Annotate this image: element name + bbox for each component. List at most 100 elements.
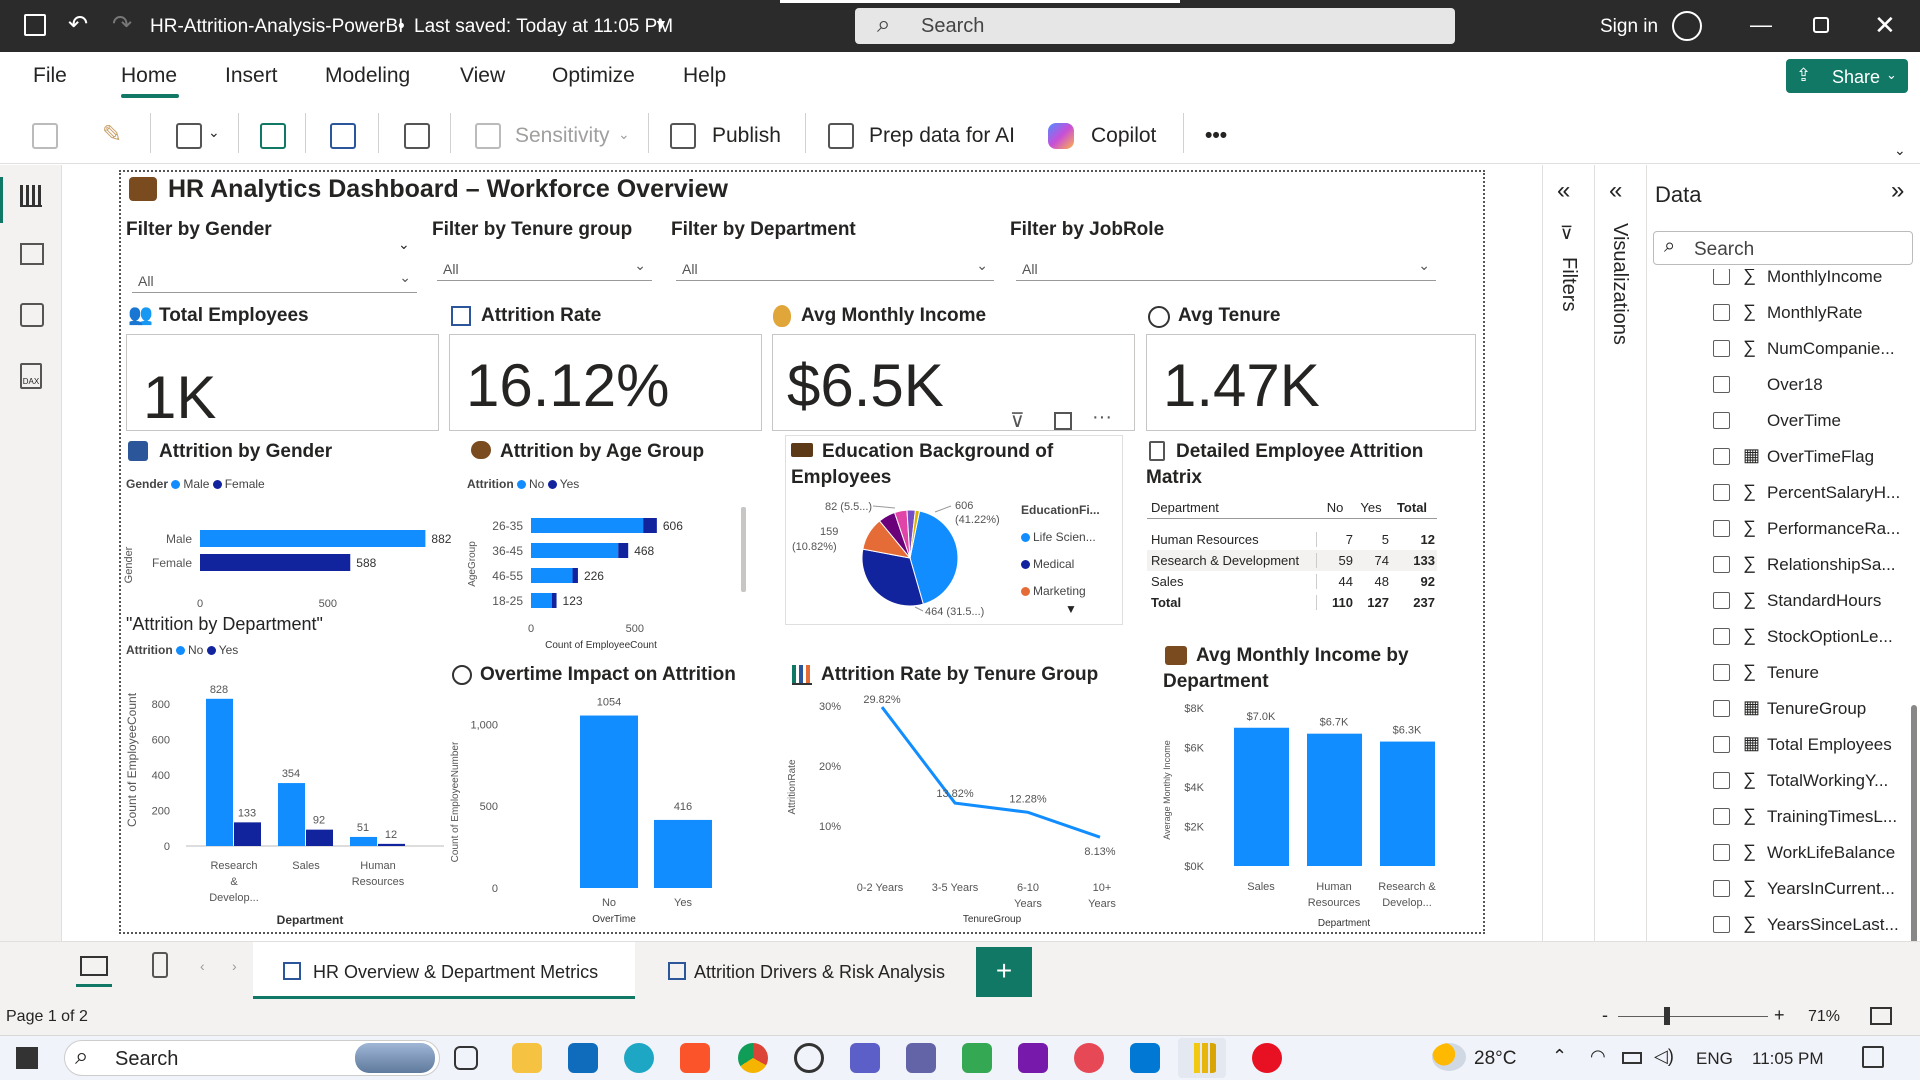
notification-icon[interactable] — [1862, 1046, 1884, 1068]
publish-icon[interactable] — [670, 123, 696, 149]
prep-data-icon[interactable] — [828, 123, 854, 149]
field-checkbox[interactable] — [1713, 772, 1730, 789]
field-checkbox[interactable] — [1713, 700, 1730, 717]
paste-icon[interactable] — [32, 123, 58, 149]
field-checkbox[interactable] — [1713, 808, 1730, 825]
field-checkbox[interactable] — [1713, 664, 1730, 681]
fit-to-page-icon[interactable] — [1870, 1007, 1892, 1025]
field-item[interactable]: ∑ YearsInCurrent... — [1647, 871, 1909, 907]
chevron-down-icon[interactable]: ⌄ — [398, 236, 410, 253]
table-row[interactable]: Human Resources 7 5 12 — [1147, 529, 1437, 550]
file-explorer-icon[interactable] — [512, 1043, 542, 1073]
field-checkbox[interactable] — [1713, 880, 1730, 897]
undo-icon[interactable]: ↶ — [68, 10, 88, 39]
field-item[interactable]: ∑ RelationshipSa... — [1647, 547, 1909, 583]
get-data-icon[interactable] — [176, 123, 202, 149]
wifi-icon[interactable]: ◠ — [1590, 1046, 1606, 1067]
field-checkbox[interactable] — [1713, 520, 1730, 537]
new-visual-icon[interactable] — [330, 123, 356, 149]
menu-home[interactable]: Home — [121, 64, 177, 88]
table-row[interactable]: Research & Development 59 74 133 — [1147, 550, 1437, 571]
save-icon[interactable] — [24, 14, 46, 36]
report-view-icon[interactable] — [20, 185, 42, 207]
field-checkbox[interactable] — [1713, 340, 1730, 357]
field-checkbox[interactable] — [1713, 628, 1730, 645]
snipping-tool-icon[interactable] — [1074, 1043, 1104, 1073]
field-item[interactable]: ▦ Total Employees — [1647, 727, 1909, 763]
copilot-icon[interactable] — [1048, 123, 1074, 149]
field-item[interactable]: ∑ TrainingTimesL... — [1647, 799, 1909, 835]
field-item[interactable]: ▦ OverTimeFlag — [1647, 439, 1909, 475]
tab-attrition-drivers[interactable]: Attrition Drivers & Risk Analysis — [650, 942, 960, 1000]
zoom-level[interactable]: 71% — [1808, 1008, 1840, 1026]
field-checkbox[interactable] — [1713, 592, 1730, 609]
chatgpt-icon[interactable] — [794, 1043, 824, 1073]
field-item[interactable]: Over18 — [1647, 367, 1909, 403]
gender-dropdown[interactable]: All ⌄ — [132, 265, 417, 293]
table-row[interactable]: Sales 44 48 92 — [1147, 571, 1437, 592]
onenote-icon[interactable] — [1018, 1043, 1048, 1073]
battery-icon[interactable] — [1622, 1052, 1642, 1064]
menu-view[interactable]: View — [460, 64, 505, 88]
paint-icon[interactable] — [1252, 1043, 1282, 1073]
global-search[interactable]: ⌕ Search — [855, 8, 1455, 44]
user-avatar-icon[interactable] — [1672, 11, 1702, 41]
jobrole-dropdown[interactable]: All ⌄ — [1016, 253, 1436, 281]
table-view-icon[interactable] — [20, 243, 44, 265]
close-icon[interactable]: ✕ — [1874, 10, 1896, 41]
field-item[interactable]: ∑ PerformanceRa... — [1647, 511, 1909, 547]
expand-filters-icon[interactable]: « — [1557, 177, 1570, 205]
menu-file[interactable]: File — [33, 64, 67, 88]
tenure-dropdown[interactable]: All ⌄ — [437, 253, 652, 281]
field-checkbox[interactable] — [1713, 736, 1730, 753]
department-dropdown[interactable]: All ⌄ — [676, 253, 994, 281]
brave-icon[interactable] — [680, 1043, 710, 1073]
kpi-avg-income-card[interactable]: $6.5K — [772, 334, 1135, 431]
outlook-icon[interactable] — [568, 1043, 598, 1073]
save-status[interactable]: Last saved: Today at 11:05 PM — [414, 16, 673, 38]
teams-icon[interactable] — [906, 1043, 936, 1073]
volume-icon[interactable]: ◁) — [1654, 1046, 1674, 1067]
kpi-total-employees-card[interactable]: 1K — [126, 334, 439, 431]
focus-mode-icon[interactable] — [1054, 412, 1072, 430]
menu-help[interactable]: Help — [683, 64, 726, 88]
field-item[interactable]: ∑ PercentSalaryH... — [1647, 475, 1909, 511]
collapse-data-pane-icon[interactable]: » — [1891, 177, 1904, 205]
field-item[interactable]: ▦ TenureGroup — [1647, 691, 1909, 727]
field-checkbox[interactable] — [1713, 269, 1730, 285]
copilot-button[interactable]: Copilot — [1091, 124, 1156, 148]
field-checkbox[interactable] — [1713, 304, 1730, 321]
model-view-icon[interactable] — [20, 303, 44, 327]
field-item[interactable]: ∑ MonthlyRate — [1647, 295, 1909, 331]
edge-icon[interactable] — [624, 1043, 654, 1073]
dax-query-icon[interactable]: DAX — [20, 363, 42, 389]
people-app-icon[interactable] — [850, 1043, 880, 1073]
publish-button[interactable]: Publish — [712, 124, 781, 148]
powerbi-icon[interactable] — [1188, 1043, 1218, 1073]
filter-icon[interactable]: ⊽ — [1010, 408, 1025, 433]
field-checkbox[interactable] — [1713, 484, 1730, 501]
restore-icon[interactable] — [1813, 17, 1829, 33]
visualizations-pane-collapsed[interactable]: « Visualizations — [1594, 165, 1646, 995]
chevron-down-icon[interactable]: ⌄ — [208, 124, 220, 141]
field-checkbox[interactable] — [1713, 376, 1730, 393]
windows-start-icon[interactable] — [16, 1047, 38, 1069]
clock[interactable]: 11:05 PM — [1752, 1049, 1824, 1069]
zoom-slider-thumb[interactable] — [1664, 1007, 1670, 1025]
minimize-icon[interactable]: — — [1750, 12, 1772, 38]
share-button[interactable]: ⇪ Share ⌄ — [1786, 59, 1908, 93]
menu-insert[interactable]: Insert — [225, 64, 278, 88]
field-checkbox[interactable] — [1713, 916, 1730, 933]
data-search-input[interactable]: ⌕ Search — [1653, 231, 1913, 265]
field-checkbox[interactable] — [1713, 412, 1730, 429]
mobile-view-icon[interactable] — [152, 952, 168, 978]
zoom-in-button[interactable]: + — [1774, 1005, 1785, 1026]
field-checkbox[interactable] — [1713, 448, 1730, 465]
legend-scroll-down-icon[interactable]: ▼ — [1065, 602, 1077, 616]
scroll-left-icon[interactable]: ‹ — [200, 958, 205, 974]
language-indicator[interactable]: ENG — [1696, 1049, 1733, 1069]
menu-modeling[interactable]: Modeling — [325, 64, 410, 88]
refresh-icon[interactable] — [260, 123, 286, 149]
field-checkbox[interactable] — [1713, 844, 1730, 861]
matrix-header-department[interactable]: Department — [1147, 500, 1317, 515]
